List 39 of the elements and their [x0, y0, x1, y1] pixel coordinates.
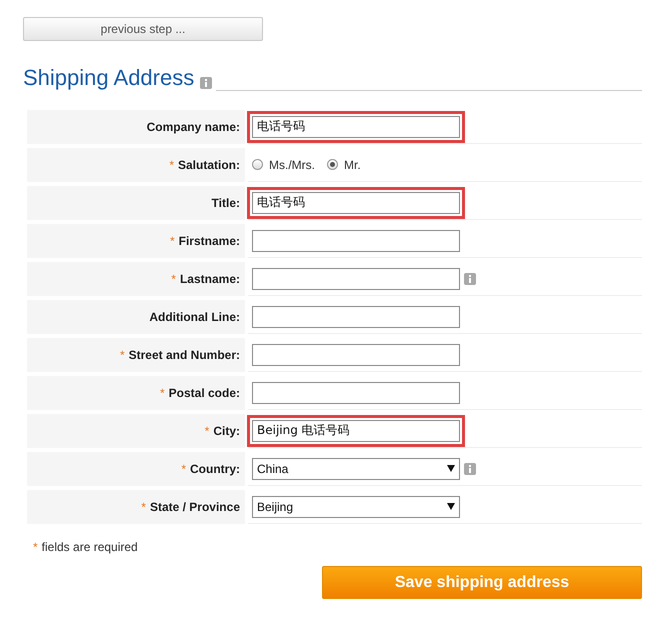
dropdown[interactable]: Beijing: [252, 496, 460, 518]
required-mark: *: [169, 158, 174, 172]
input-field[interactable]: [252, 268, 460, 290]
required-mark: *: [204, 424, 210, 438]
required-mark: *: [181, 462, 186, 476]
footnote-text: fields are required: [42, 540, 138, 554]
radio-button[interactable]: [327, 159, 338, 170]
field-label: Postal code:: [168, 386, 240, 400]
field-label: Title:: [212, 196, 240, 210]
radio-label: Mr.: [344, 158, 361, 172]
required-mark: *: [33, 540, 38, 554]
input-field[interactable]: Beijing 电话号码: [252, 420, 460, 442]
section-title: Shipping Address: [23, 64, 194, 92]
input-field[interactable]: [252, 344, 460, 366]
required-mark: *: [170, 234, 175, 248]
caret-icon: [447, 465, 455, 472]
input-field[interactable]: [252, 382, 460, 404]
field-label: Additional Line:: [149, 310, 240, 324]
field-label: State / Province: [150, 500, 240, 514]
field-label: Company name:: [146, 120, 240, 134]
caret-icon: [447, 503, 455, 510]
previous-step-button[interactable]: previous step ...: [23, 17, 263, 41]
field-label: Firstname:: [178, 234, 240, 248]
dropdown[interactable]: China: [252, 458, 460, 480]
input-field[interactable]: [252, 306, 460, 328]
input-field[interactable]: 电话号码: [252, 116, 460, 138]
required-mark: *: [141, 500, 146, 514]
required-mark: *: [120, 348, 125, 362]
input-field[interactable]: [252, 230, 460, 252]
required-mark: *: [160, 386, 165, 400]
field-label: City:: [213, 424, 240, 438]
field-label: Street and Number:: [128, 348, 240, 362]
input-field[interactable]: 电话号码: [252, 192, 460, 214]
radio-label: Ms./Mrs.: [269, 158, 315, 172]
field-label: Lastname:: [180, 272, 240, 286]
field-label: Salutation:: [178, 158, 240, 172]
required-mark: *: [171, 272, 176, 286]
field-label: Country:: [190, 462, 240, 476]
radio-button[interactable]: [252, 159, 263, 170]
